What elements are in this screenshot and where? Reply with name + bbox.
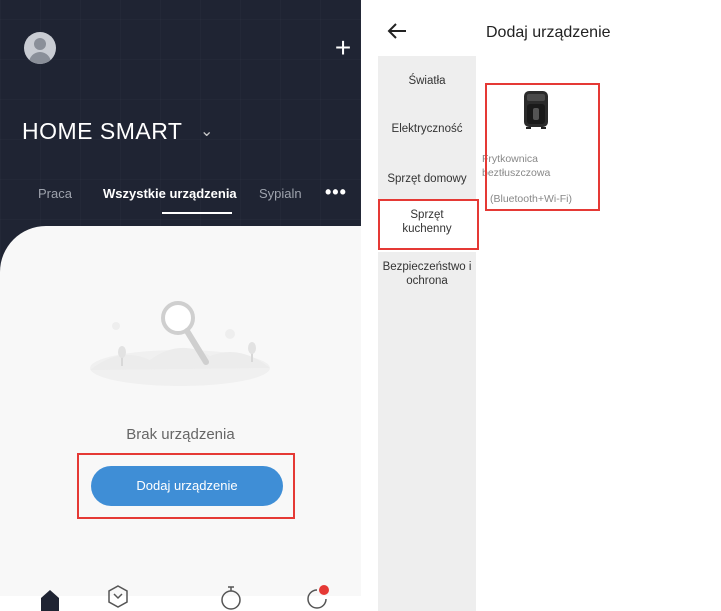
device-list-panel (0, 226, 361, 596)
timer-icon[interactable] (219, 582, 243, 611)
tab-praca[interactable]: Praca (38, 186, 72, 201)
category-bezpieczenstwo[interactable]: Bezpieczeństwo i ochrona (378, 260, 476, 288)
tab-all-devices[interactable]: Wszystkie urządzenia (103, 186, 237, 201)
category-sidebar: Światła Elektryczność Sprzęt domowy Sprz… (378, 56, 476, 611)
page-title: Dodaj urządzenie (486, 24, 611, 41)
highlight-air-fryer (485, 83, 600, 211)
home-title[interactable]: HOME SMART (22, 118, 182, 145)
more-icon[interactable]: ••• (325, 183, 347, 201)
empty-state-text: Brak urządzenia (126, 426, 235, 443)
highlight-add-device (77, 453, 295, 519)
cube-icon[interactable] (106, 582, 130, 611)
profile-icon[interactable] (305, 582, 329, 611)
room-tabs: Praca Wszystkie urządzenia Sypialn (0, 186, 361, 216)
empty-state-illustration (90, 301, 270, 386)
home-screen: + HOME SMART ⌄ Praca Wszystkie urządzeni… (0, 0, 361, 611)
tab-sypialnia[interactable]: Sypialn (259, 186, 302, 201)
add-device-screen: Dodaj urządzenie Światła Elektryczność S… (378, 0, 721, 611)
top-bar: Dodaj urządzenie (378, 0, 721, 56)
category-elektrycznosc[interactable]: Elektryczność (378, 122, 476, 136)
active-tab-indicator (162, 212, 232, 214)
arrow-left-icon[interactable] (386, 20, 408, 42)
highlight-kitchen-category (378, 199, 479, 250)
avatar[interactable] (24, 32, 56, 64)
home-icon[interactable] (38, 582, 62, 611)
category-sprzet-domowy[interactable]: Sprzęt domowy (378, 172, 476, 186)
category-swiatla[interactable]: Światła (378, 74, 476, 88)
chevron-down-icon[interactable]: ⌄ (200, 121, 213, 141)
add-plus-button[interactable]: + (331, 34, 355, 62)
